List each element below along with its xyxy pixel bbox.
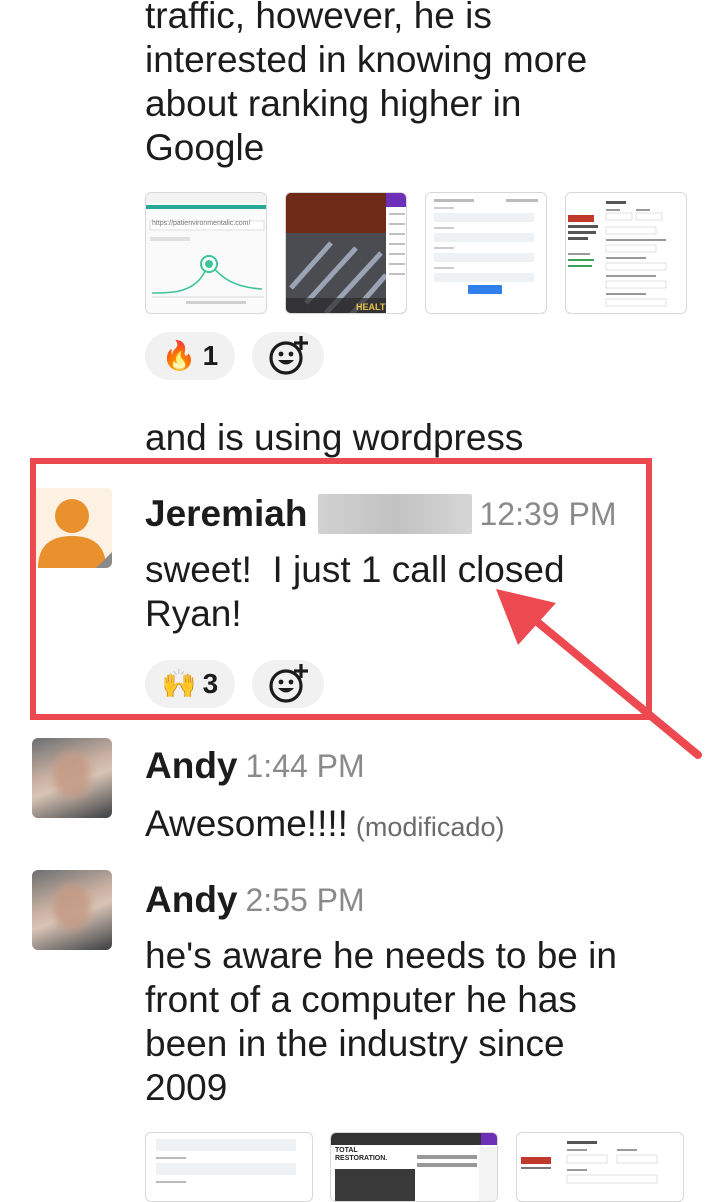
reaction-fire[interactable]: 🔥 1 [145,332,235,380]
attachment-thumbnail-form[interactable] [425,192,547,314]
message-timestamp[interactable]: 1:44 PM [246,744,365,788]
annotation-arrow-icon [496,589,702,759]
avatar[interactable] [32,738,112,818]
sender-name[interactable]: Andy [145,878,238,922]
message-text: he's aware he needs to be in front of a … [145,935,617,1108]
thumbnail-url-text: https://patienvironmentalic.com/ [152,220,251,227]
document-preview-icon [521,1141,658,1184]
message-text: traffic, however, he is interested in kn… [145,0,588,168]
add-emoji-icon [269,336,308,375]
attachment-thumbnail-analytics[interactable]: https://patienvironmentalic.com/ [145,192,267,314]
message-header: Andy 1:44 PM [145,744,365,788]
message-text: and is using wordpress [145,417,524,458]
message-text: Awesome!!!! [145,803,348,844]
message-header: Andy 2:55 PM [145,878,365,922]
website-preview-icon: HEALTH [286,193,406,313]
add-reaction-button[interactable] [252,332,324,380]
attachment-thumbnail-website[interactable]: HEALTH [285,192,407,314]
document-preview-icon [568,201,667,307]
attachment-thumbnail-form[interactable] [145,1132,313,1202]
chart-preview-icon [146,193,266,304]
edited-label: (modificado) [355,812,505,842]
reaction-count: 1 [202,340,219,371]
fire-emoji-icon: 🔥 [161,340,197,371]
message-timestamp[interactable]: 2:55 PM [246,878,365,922]
avatar[interactable] [32,870,112,950]
thumbnail-brand-text: TOTAL RESTORATION. [335,1147,388,1162]
website-preview-icon [331,1133,497,1201]
form-preview-icon [156,1139,296,1183]
attachment-thumbnail-website[interactable]: TOTAL RESTORATION. [330,1132,498,1202]
attachment-thumbnail-document[interactable] [565,192,687,314]
attachment-thumbnail-document[interactable] [516,1132,684,1202]
form-preview-icon [434,199,538,294]
message-body: Awesome!!!! (modificado) [145,802,504,846]
sender-name[interactable]: Andy [145,744,238,788]
